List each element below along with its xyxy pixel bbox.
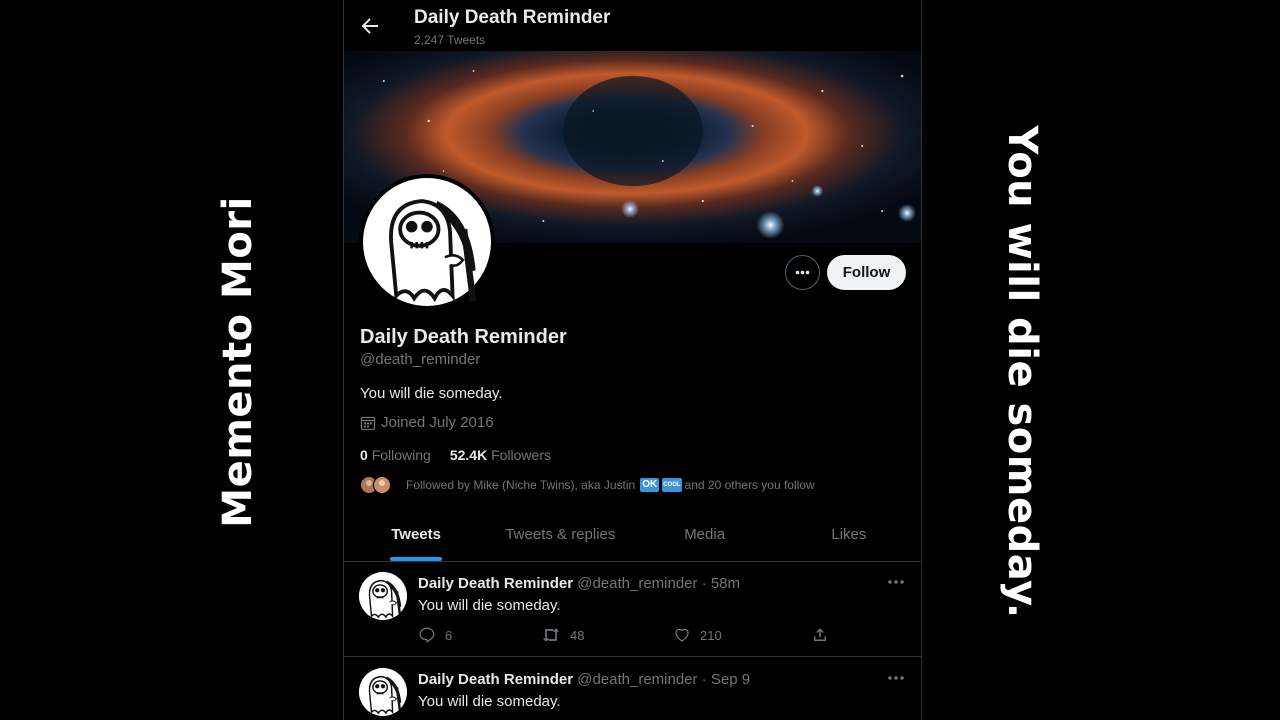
grim-reaper-logo-icon xyxy=(363,178,491,306)
header-tweet-count: 2,247 Tweets xyxy=(414,33,486,47)
ok-emoji-icon: OK xyxy=(640,478,660,492)
more-icon xyxy=(795,270,810,275)
profile-name: Daily Death Reminder xyxy=(360,326,567,348)
like-button[interactable]: 210 xyxy=(673,626,722,644)
tweet-text: You will die someday. xyxy=(418,597,561,614)
reply-button[interactable]: 6 xyxy=(418,626,452,644)
following-link[interactable]: 0 Following xyxy=(360,447,431,463)
reply-count: 6 xyxy=(445,627,453,643)
grim-reaper-logo-icon xyxy=(359,572,407,620)
tweet-meta: @death_reminder · 58m xyxy=(577,575,741,592)
tweet-avatar[interactable] xyxy=(359,572,407,620)
cool-emoji-icon: COOL xyxy=(662,478,682,492)
profile-header-bar: Daily Death Reminder 2,247 Tweets xyxy=(344,0,921,51)
like-count: 210 xyxy=(700,627,722,643)
following-count: 0 xyxy=(360,447,368,463)
grim-reaper-logo-icon xyxy=(359,668,407,716)
more-icon[interactable] xyxy=(886,670,906,686)
followed-by-row[interactable]: Followed by Mike (Niche Twins), aka Just… xyxy=(360,475,815,495)
like-icon xyxy=(675,628,689,642)
profile-tabs: Tweets Tweets & replies Media Likes xyxy=(344,510,921,562)
profile-handle: @death_reminder xyxy=(360,351,481,368)
tab-likes[interactable]: Likes xyxy=(777,510,921,561)
joined-date: Joined July 2016 xyxy=(360,414,494,431)
joined-text: Joined July 2016 xyxy=(381,414,494,431)
followed-by-suffix: and 20 others you follow xyxy=(684,478,815,492)
retweet-count: 48 xyxy=(570,627,585,643)
profile-bio: You will die someday. xyxy=(360,385,503,402)
tweet-header: Daily Death Reminder @death_reminder · S… xyxy=(418,671,750,688)
back-arrow-icon[interactable] xyxy=(358,14,382,38)
followers-label: Followers xyxy=(491,447,551,463)
tab-tweets[interactable]: Tweets xyxy=(344,510,488,561)
tweet-avatar[interactable] xyxy=(359,668,407,716)
more-icon[interactable] xyxy=(886,574,906,590)
tweet-author-name[interactable]: Daily Death Reminder xyxy=(418,671,573,688)
reply-icon xyxy=(419,627,435,643)
overlay-left-caption: Memento Mori xyxy=(215,196,261,528)
more-options-button[interactable] xyxy=(785,255,820,290)
retweet-icon xyxy=(542,628,560,642)
followed-by-text: Followed by Mike (Niche Twins), aka Just… xyxy=(406,478,636,492)
profile-avatar[interactable] xyxy=(359,174,495,310)
followers-count: 52.4K xyxy=(449,447,488,463)
tweet-text: You will die someday. xyxy=(418,693,561,710)
follower-avatars xyxy=(360,476,391,494)
tab-media[interactable]: Media xyxy=(633,510,777,561)
share-icon xyxy=(814,628,826,641)
tweet-author-name[interactable]: Daily Death Reminder xyxy=(418,575,573,592)
profile-column: Daily Death Reminder 2,247 Tweets Follow… xyxy=(343,0,922,720)
tweet-meta: @death_reminder · Sep 9 xyxy=(577,671,751,688)
share-button[interactable] xyxy=(811,626,829,644)
following-label: Following xyxy=(371,447,431,463)
follow-button[interactable]: Follow xyxy=(827,255,906,290)
tab-tweets-and-replies[interactable]: Tweets & replies xyxy=(488,510,632,561)
tweet-item[interactable]: Daily Death Reminder @death_reminder · 5… xyxy=(344,562,921,657)
retweet-button[interactable]: 48 xyxy=(541,626,584,644)
follow-stats: 0 Following 52.4K Followers xyxy=(360,447,551,463)
calendar-icon xyxy=(360,416,376,430)
tweet-actions: 6 48 210 xyxy=(418,626,838,648)
header-title: Daily Death Reminder xyxy=(414,7,611,28)
overlay-right-caption: You will die someday. xyxy=(999,125,1045,619)
tweet-item[interactable]: Daily Death Reminder @death_reminder · S… xyxy=(344,658,921,720)
followers-link[interactable]: 52.4K Followers xyxy=(450,447,551,463)
tweet-header: Daily Death Reminder @death_reminder · 5… xyxy=(418,575,740,592)
